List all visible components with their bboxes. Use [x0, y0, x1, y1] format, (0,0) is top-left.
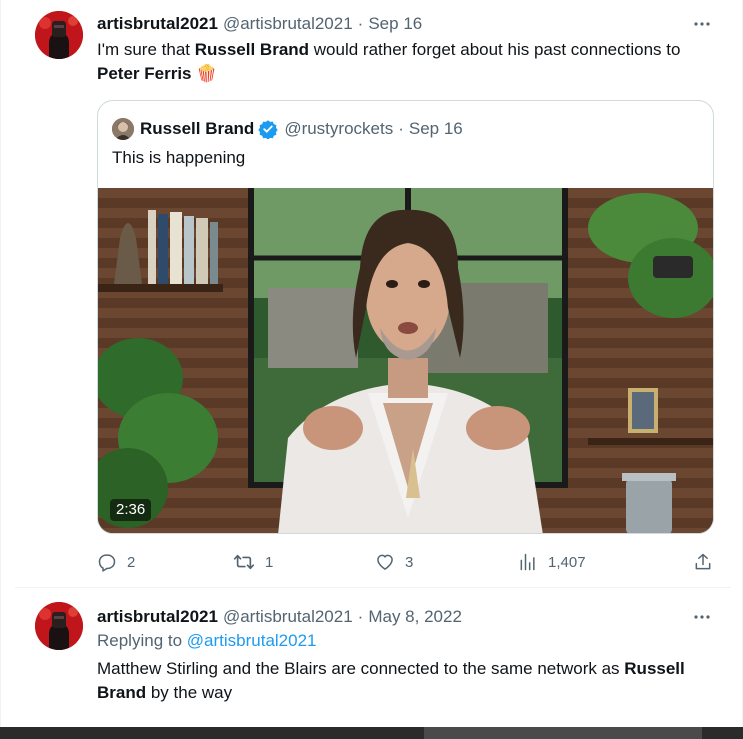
tweet-text-segment: by the way [146, 683, 233, 702]
retweet-icon [233, 554, 255, 570]
author-name[interactable]: artisbrutal2021 [97, 607, 218, 627]
tweet-text: I'm sure that Russell Brand would rather… [97, 38, 717, 86]
replying-to-label: Replying to [97, 631, 187, 650]
reply-count: 2 [127, 553, 136, 571]
tweet-text: Matthew Stirling and the Blairs are conn… [97, 657, 717, 705]
views-chart-icon [520, 553, 535, 571]
like-count: 3 [405, 553, 414, 571]
quoted-author-name[interactable]: Russell Brand [140, 119, 254, 139]
separator: · [357, 14, 364, 33]
avatar[interactable] [35, 11, 83, 59]
share-button[interactable] [693, 549, 713, 575]
more-options-icon[interactable] [687, 605, 717, 629]
tweet[interactable]: artisbrutal2021 @artisbrutal2021 · May 8… [15, 589, 731, 724]
video-duration: 2:36 [110, 499, 152, 521]
quoted-tweet[interactable]: Russell Brand @rustyrockets · Sep 16 Thi… [97, 100, 714, 534]
author-name[interactable]: artisbrutal2021 [97, 14, 218, 34]
video-thumbnail [98, 188, 713, 533]
share-icon [695, 553, 711, 570]
verified-badge-icon [258, 119, 278, 139]
tweet[interactable]: artisbrutal2021 @artisbrutal2021 · Sep 1… [15, 0, 731, 588]
red-masked-figure-icon [35, 11, 83, 59]
avatar[interactable] [35, 602, 83, 650]
replying-to-handle-link[interactable]: @artisbrutal2021 [187, 631, 317, 650]
tweet-text-segment: Matthew Stirling and the Blairs are conn… [97, 659, 625, 678]
quoted-author-handle[interactable]: @rustyrockets [284, 119, 393, 139]
retweet-count: 1 [265, 553, 274, 571]
mention-peter-ferris: Peter Ferris [97, 64, 192, 83]
red-masked-figure-icon [35, 602, 83, 650]
tweet-header: artisbrutal2021 @artisbrutal2021 · Sep 1… [97, 12, 717, 36]
quoted-author-avatar[interactable] [112, 118, 134, 140]
reply-button[interactable]: 2 [97, 549, 135, 575]
heart-icon [377, 554, 393, 570]
tweet-date[interactable]: Sep 16 [368, 14, 422, 34]
separator: · [357, 607, 364, 626]
tweet-text-segment: would rather forget about his past conne… [309, 40, 681, 59]
replying-to: Replying to @artisbrutal2021 [97, 631, 317, 651]
author-handle[interactable]: @artisbrutal2021 [223, 14, 353, 34]
tweet-text-segment: I'm sure that [97, 40, 195, 59]
views-button[interactable]: 1,407 [518, 549, 586, 575]
reply-icon [98, 554, 116, 572]
tweet-actions: 2 1 3 1,407 [97, 549, 717, 575]
retweet-button[interactable]: 1 [233, 549, 273, 575]
tweet-date[interactable]: May 8, 2022 [368, 607, 462, 627]
more-options-icon[interactable] [687, 12, 717, 36]
author-handle[interactable]: @artisbrutal2021 [223, 607, 353, 627]
quoted-tweet-text: This is happening [112, 148, 246, 167]
quoted-tweet-header: Russell Brand @rustyrockets · Sep 16 [112, 117, 463, 141]
tweet-header: artisbrutal2021 @artisbrutal2021 · May 8… [97, 605, 717, 629]
timeline: artisbrutal2021 @artisbrutal2021 · Sep 1… [0, 0, 743, 739]
view-count: 1,407 [548, 553, 586, 571]
separator: · [398, 119, 404, 138]
popcorn-emoji: 🍿 [196, 64, 218, 83]
horizontal-scrollbar-thumb[interactable] [424, 727, 702, 739]
mention-russell-brand: Russell Brand [194, 40, 310, 59]
quoted-tweet-date[interactable]: Sep 16 [409, 119, 463, 139]
video-player[interactable]: 2:36 [98, 188, 713, 533]
like-button[interactable]: 3 [375, 549, 413, 575]
